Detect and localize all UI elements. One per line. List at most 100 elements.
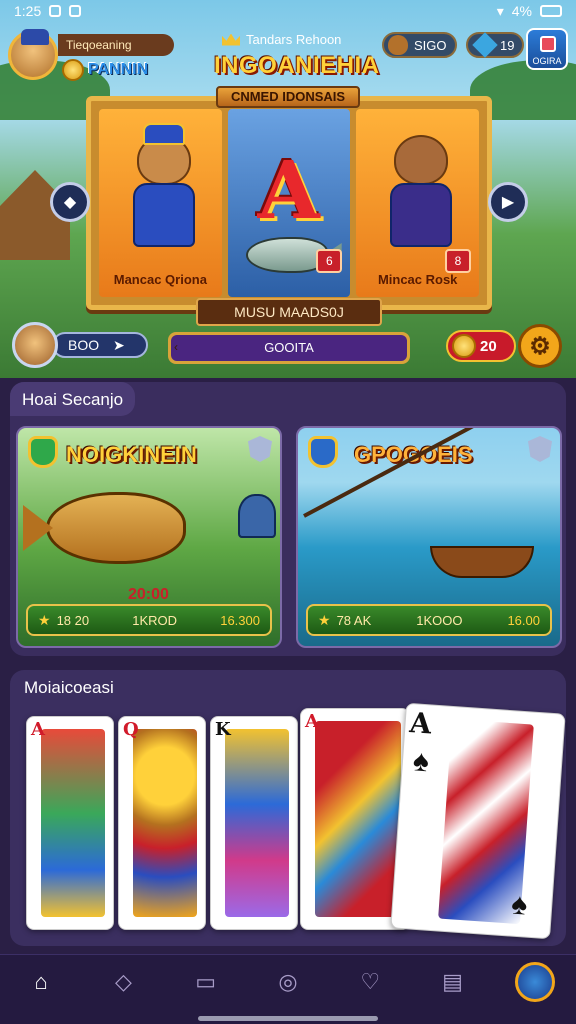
prev-arrow-button[interactable]: ◆ xyxy=(50,182,90,222)
app-icon xyxy=(69,5,82,17)
avatar[interactable] xyxy=(12,322,58,368)
bottom-nav: ⌂ ◇ ▭ ◎ ♡ ▤ xyxy=(0,954,576,1024)
hero-action-row: BOO ➤ GOOITA ‹ 20 ⚙ xyxy=(0,322,576,372)
pharaoh-character xyxy=(129,123,199,247)
game-card[interactable]: GPOGOEIS ★78 AK 1KOOO 16.00 xyxy=(296,426,562,648)
star-icon: ★ xyxy=(318,611,331,628)
reel-left-label: Mancac Qriona xyxy=(113,272,207,287)
game-card-title: NOIGKINEIN xyxy=(66,442,197,467)
avatar[interactable] xyxy=(8,29,58,80)
game-card-stats[interactable]: ★ 78 AK 1KOOO 16.00 xyxy=(306,604,552,636)
reel-right-label: Mincac Rosk xyxy=(377,272,458,287)
playing-card[interactable]: A xyxy=(26,716,114,930)
reel-right: 8 Mincac Rosk xyxy=(356,109,480,297)
playing-card[interactable]: Q xyxy=(118,716,206,930)
secondary-profile[interactable]: BOO ➤ xyxy=(12,322,148,368)
header-center-label: Tandars Rehoon xyxy=(246,32,342,47)
status-bar: 1:25 ▾ 4% xyxy=(0,0,576,22)
bag-icon: ◇ xyxy=(114,968,132,994)
playing-card[interactable]: K xyxy=(210,716,298,930)
player-name: Tieqoeaning xyxy=(58,34,174,56)
reward-value: 20 xyxy=(480,337,497,355)
nav-chat[interactable]: ◎ xyxy=(268,962,308,1002)
chat-icon: ◎ xyxy=(278,968,298,994)
crown-icon xyxy=(222,33,240,46)
send-icon: ➤ xyxy=(113,337,125,353)
game-card-stats[interactable]: ★ 18 20 1KROD 16.300 xyxy=(26,604,272,636)
home-indicator[interactable] xyxy=(198,1016,378,1021)
currency-gem[interactable]: 19 xyxy=(466,32,525,58)
secondary-profile-pill[interactable]: BOO ➤ xyxy=(52,332,148,358)
shield-icon xyxy=(28,436,58,468)
nav-home[interactable]: ⌂ xyxy=(21,962,61,1002)
gear-icon: ⚙ xyxy=(529,332,551,360)
nav-shield[interactable]: ♡ xyxy=(350,962,390,1002)
secondary-profile-label: BOO xyxy=(68,337,100,353)
card-rank: A xyxy=(408,706,433,741)
wifi-icon: ▾ xyxy=(496,2,504,19)
gift-icon xyxy=(540,36,556,52)
reel-center-badge: 6 xyxy=(316,249,343,273)
battery-icon xyxy=(540,5,562,17)
progress-bar: GOOITA ‹ xyxy=(168,332,410,364)
currency-gem-value: 19 xyxy=(500,37,515,53)
bonus-label: OGIRA xyxy=(532,56,562,66)
shield-icon xyxy=(308,436,338,468)
lure-illustration xyxy=(238,494,276,538)
card-art xyxy=(133,729,197,917)
profile-avatar[interactable] xyxy=(514,961,555,1002)
currency-acorn[interactable]: SIGO xyxy=(382,32,457,58)
stat-3: 16.00 xyxy=(507,612,540,628)
game-card-amount: 20:00 xyxy=(128,586,169,603)
nav-bag[interactable]: ◇ xyxy=(103,962,143,1002)
bear-character xyxy=(386,135,456,247)
game-card[interactable]: NOIGKINEIN 20:00 ★ 18 20 1KROD 16.300 xyxy=(16,426,282,648)
stat-1: 78 AK xyxy=(336,612,372,628)
settings-button[interactable]: ⚙ xyxy=(518,324,562,368)
emblem-icon xyxy=(528,436,552,462)
bonus-button[interactable]: OGIRA xyxy=(526,28,568,70)
player-level: PANNIN xyxy=(62,58,148,82)
section-title: Hoai Secanjo xyxy=(10,382,136,416)
header-center: Tandars Rehoon xyxy=(222,32,341,47)
coin-icon xyxy=(452,334,476,358)
next-arrow-button[interactable]: ▶ xyxy=(488,182,528,222)
slot-machine: Mancac Qriona A 6 8 Mincac Rosk xyxy=(86,96,492,310)
card-rank: K xyxy=(215,719,231,740)
currency-acorn-value: SIGO xyxy=(414,37,447,53)
wallet-icon: ▤ xyxy=(442,968,463,994)
reward-badge[interactable]: 20 xyxy=(446,330,516,362)
stat-3: 16.300 xyxy=(220,612,260,628)
card-art xyxy=(41,729,105,917)
emblem-icon xyxy=(248,436,272,462)
level-text: PANNIN xyxy=(88,61,149,78)
card-rank: Q xyxy=(123,719,139,740)
stat-1: 18 20 xyxy=(56,612,90,628)
coin-icon xyxy=(62,59,84,81)
shield-icon: ♡ xyxy=(360,968,381,994)
reel-left: Mancac Qriona xyxy=(99,109,222,297)
playing-card[interactable]: A ♠ ♠ xyxy=(390,702,566,940)
battery-text: 4% xyxy=(511,3,532,19)
reel-center-symbol: A xyxy=(257,143,320,237)
section-title: Moiaicoeasi xyxy=(24,678,114,697)
spade-icon: ♠ xyxy=(510,887,529,922)
nav-wallet[interactable]: ▤ xyxy=(433,962,473,1002)
home-icon: ⌂ xyxy=(34,968,48,994)
card-rank: A xyxy=(305,711,319,732)
boat-illustration xyxy=(430,546,534,578)
stat-2: 1KOOO xyxy=(416,612,463,628)
chevron-right-icon: ▶ xyxy=(501,194,515,211)
notification-icon xyxy=(49,5,62,17)
status-time: 1:25 xyxy=(14,3,42,19)
star-icon: ★ xyxy=(38,611,51,628)
card-art xyxy=(315,721,401,917)
card-art xyxy=(225,729,289,917)
bookmark-icon: ▭ xyxy=(195,968,217,994)
chevron-left-icon: ‹ xyxy=(174,340,178,354)
player-profile[interactable]: Tieqoeaning PANNIN xyxy=(8,29,176,86)
nav-bookmark[interactable]: ▭ xyxy=(186,962,226,1002)
spade-icon: ♠ xyxy=(411,744,431,779)
gem-icon xyxy=(472,32,498,58)
progress-track: GOOITA xyxy=(171,335,407,361)
